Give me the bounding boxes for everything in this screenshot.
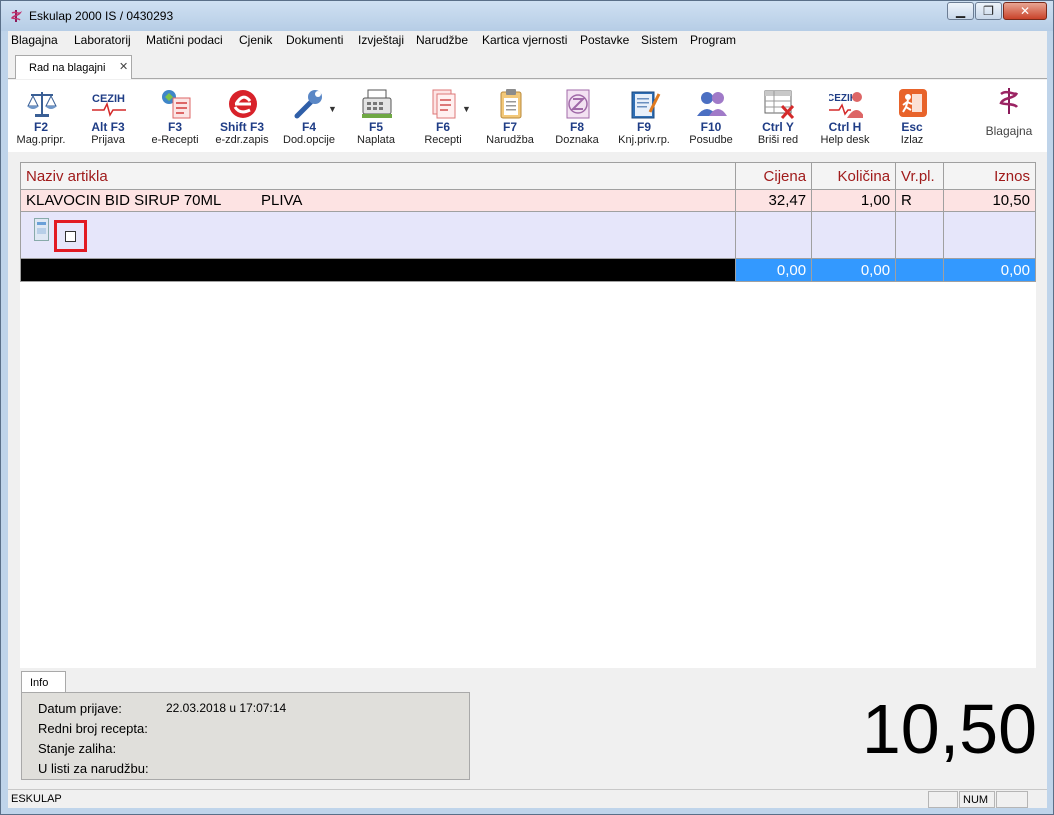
- column-header-vr-pl[interactable]: Vr.pl.: [895, 162, 945, 190]
- column-header-kolicina[interactable]: Količina: [811, 162, 897, 190]
- status-text: ESKULAP: [11, 793, 62, 805]
- info-label-redni-broj: Redni broj recepta:: [38, 721, 148, 736]
- scales-icon: [27, 92, 57, 117]
- menu-dokumenti[interactable]: Dokumenti: [286, 33, 343, 47]
- table-row[interactable]: KLAVOCIN BID SIRUP 70ML PLIVA 32,47 1,00…: [19, 189, 1036, 212]
- menu-blagajna[interactable]: Blagajna: [11, 33, 58, 47]
- table-header-row: Naziv artikla Cijena Količina Vr.pl. Izn…: [19, 162, 1036, 190]
- total-amount-display: 10,50: [861, 690, 1037, 768]
- cell-empty[interactable]: [811, 211, 897, 259]
- close-button[interactable]: ✕: [1003, 2, 1047, 20]
- info-label-datum: Datum prijave:: [38, 701, 122, 716]
- cash-register-icon: [362, 89, 392, 118]
- menu-sistem[interactable]: Sistem: [641, 33, 678, 47]
- status-bar: ESKULAP NUM: [8, 789, 1047, 808]
- menu-narudzbe[interactable]: Narudžbe: [416, 33, 468, 47]
- menu-postavke[interactable]: Postavke: [580, 33, 629, 47]
- chevron-down-icon: ▼: [328, 104, 337, 114]
- wrench-icon: [294, 90, 322, 119]
- cell-iznos[interactable]: 10,50: [943, 189, 1036, 212]
- menu-kartica-vjernosti[interactable]: Kartica vjernosti: [482, 33, 567, 47]
- application-window: Eskulap 2000 IS / 0430293 ▁ ❐ ✕ Blagajna…: [0, 0, 1054, 815]
- total-iznos: 0,00: [943, 258, 1036, 282]
- totals-row: 0,00 0,00 0,00: [19, 258, 1036, 282]
- prescriptions-icon: [432, 89, 456, 119]
- pharmacy-app-icon: [10, 10, 23, 22]
- total-kolicina: 0,00: [811, 258, 897, 282]
- pharmacy-icon: [999, 88, 1019, 114]
- table-row-new[interactable]: [19, 211, 1036, 259]
- e-prescription-icon: [162, 90, 191, 119]
- info-label-lista: U listi za narudžbu:: [38, 761, 149, 776]
- e-health-record-icon: [229, 90, 257, 118]
- tab-strip: Rad na blagajni ✕: [8, 51, 1047, 79]
- minimize-icon: ▁: [955, 4, 966, 18]
- column-header-naziv[interactable]: Naziv artikla: [19, 162, 737, 190]
- blagajna-indicator: Blagajna: [974, 86, 1044, 144]
- tab-close-icon[interactable]: ✕: [119, 60, 128, 73]
- menu-bar: Blagajna Laboratorij Matični podaci Cjen…: [8, 31, 1047, 51]
- menu-maticni-podaci[interactable]: Matični podaci: [146, 33, 223, 47]
- exit-icon: [899, 89, 927, 117]
- info-label-stanje: Stanje zaliha:: [38, 741, 117, 756]
- users-icon: [697, 92, 727, 116]
- info-panel: Datum prijave: 22.03.2018 u 17:07:14 Red…: [21, 692, 470, 780]
- close-icon: ✕: [1019, 4, 1031, 18]
- delete-row-icon: [764, 90, 795, 120]
- toolbar-key: Esc: [901, 120, 923, 134]
- menu-laboratorij[interactable]: Laboratorij: [74, 33, 131, 47]
- cell-naziv-new[interactable]: [19, 211, 737, 259]
- item-manufacturer: PLIVA: [260, 192, 303, 209]
- tab-info[interactable]: Info: [21, 671, 66, 693]
- maximize-button[interactable]: ❐: [975, 2, 1002, 20]
- info-value-datum: 22.03.2018 u 17:07:14: [166, 701, 287, 715]
- tab-rad-na-blagajni[interactable]: Rad na blagajni ✕: [15, 55, 132, 79]
- toolbar-label: Izlaz: [900, 134, 924, 146]
- menu-cjenik[interactable]: Cjenik: [239, 33, 272, 47]
- item-name: KLAVOCIN BID SIRUP 70ML: [26, 192, 221, 209]
- toolbar: F2 Mag.pripr. CEZIH Alt F3 Prijava F3 e-…: [8, 80, 1047, 152]
- checkbox[interactable]: [65, 231, 76, 242]
- menu-izvjestaji[interactable]: Izvještaji: [358, 33, 404, 47]
- cell-empty[interactable]: [895, 211, 945, 259]
- clipboard-icon: [500, 89, 522, 119]
- svg-text:CEZIH: CEZIH: [92, 93, 125, 105]
- column-header-iznos[interactable]: Iznos: [943, 162, 1036, 190]
- doznaka-icon: [566, 89, 590, 119]
- status-num-lock: NUM: [959, 791, 995, 808]
- cell-vr-pl[interactable]: R: [895, 189, 945, 212]
- menu-program[interactable]: Program: [690, 33, 736, 47]
- status-cell-empty: [996, 791, 1028, 808]
- cell-naziv[interactable]: KLAVOCIN BID SIRUP 70ML PLIVA: [19, 189, 737, 212]
- minimize-button[interactable]: ▁: [947, 2, 974, 20]
- tab-info-label: Info: [30, 677, 49, 689]
- cell-kolicina[interactable]: 1,00: [811, 189, 897, 212]
- cezih-icon: CEZIH: [92, 93, 126, 117]
- client-area: Blagajna Laboratorij Matični podaci Cjen…: [8, 31, 1047, 808]
- book-icon: [631, 91, 661, 119]
- restore-icon: ❐: [983, 4, 994, 18]
- chevron-down-icon: ▼: [462, 104, 471, 114]
- cell-cijena[interactable]: 32,47: [735, 189, 813, 212]
- window-title: Eskulap 2000 IS / 0430293: [29, 9, 174, 23]
- total-vr-pl: [895, 258, 945, 282]
- totals-label-cell: [19, 258, 737, 282]
- highlight-frame: [54, 220, 87, 252]
- blagajna-label: Blagajna: [985, 124, 1033, 138]
- helpdesk-icon: CEZIH: [829, 92, 863, 118]
- items-table: Naziv artikla Cijena Količina Vr.pl. Izn…: [19, 162, 1036, 282]
- title-bar[interactable]: Eskulap 2000 IS / 0430293 ▁ ❐ ✕: [1, 1, 1053, 31]
- document-icon[interactable]: [34, 218, 49, 241]
- items-grid-area: Naziv artikla Cijena Količina Vr.pl. Izn…: [19, 162, 1036, 668]
- cell-empty[interactable]: [943, 211, 1036, 259]
- column-header-cijena[interactable]: Cijena: [735, 162, 813, 190]
- total-cijena: 0,00: [735, 258, 813, 282]
- cell-empty[interactable]: [735, 211, 813, 259]
- status-cell-empty: [928, 791, 958, 808]
- toolbar-button-izlaz[interactable]: Esc Izlaz: [879, 86, 945, 148]
- tab-label: Rad na blagajni: [29, 62, 106, 74]
